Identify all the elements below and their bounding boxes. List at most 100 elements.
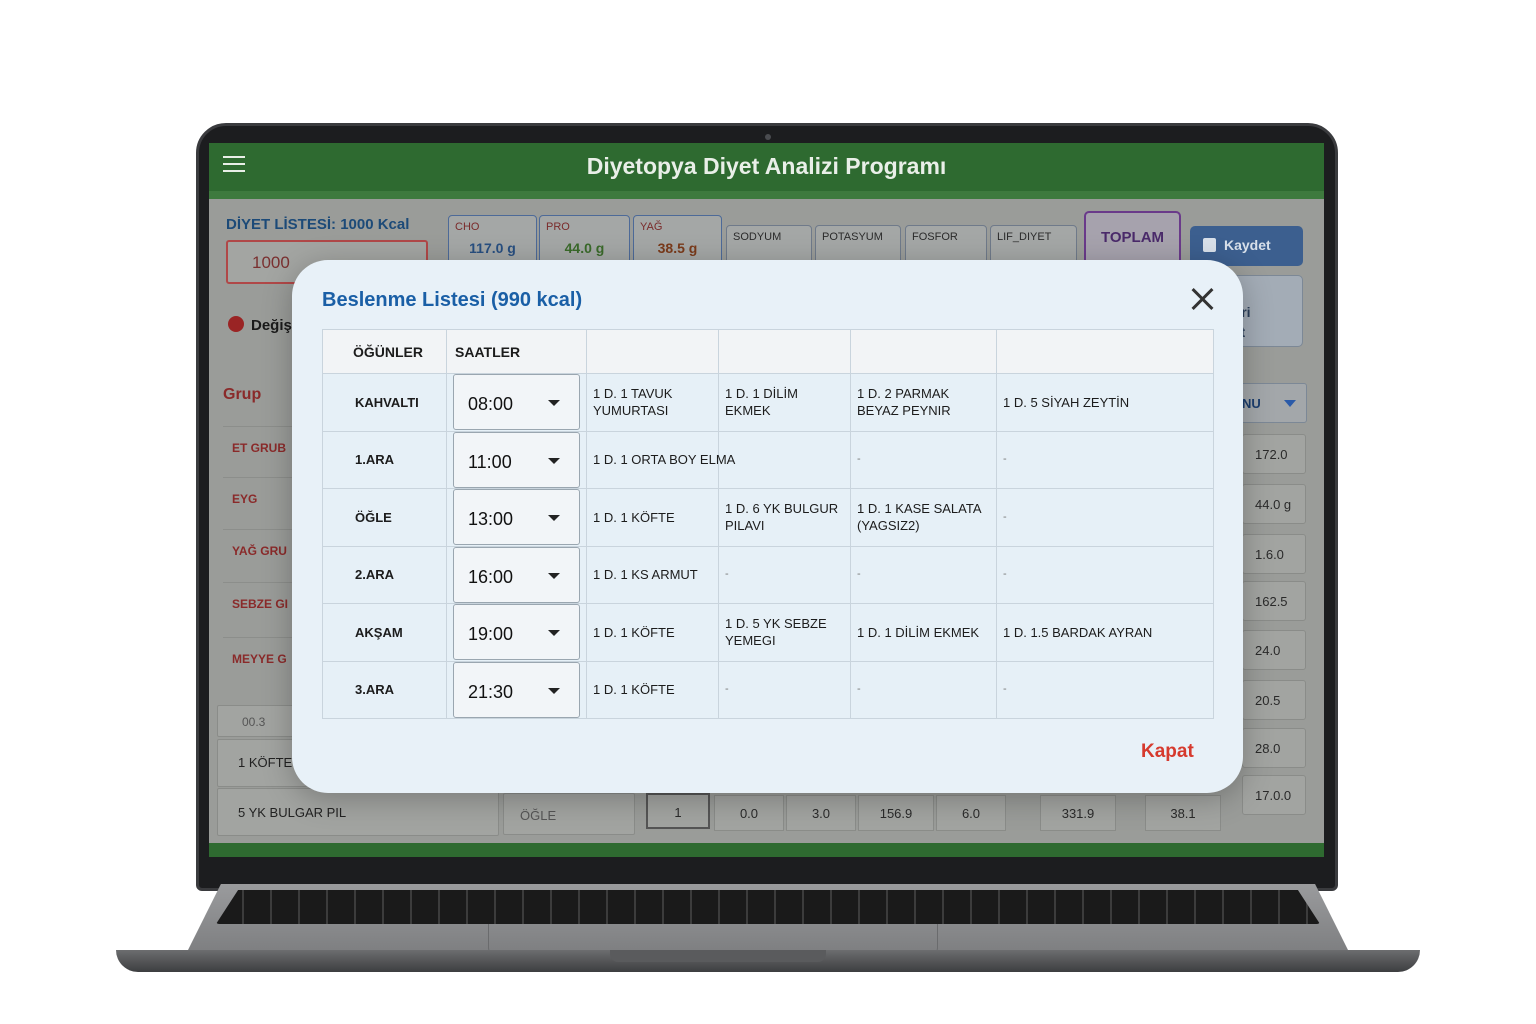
- value-cell: 0.0: [714, 795, 784, 831]
- meal-name: 2.ARA: [322, 545, 447, 604]
- meal-plan-dialog: Beslenme Listesi (990 kcal) ÖĞÜNLER SAAT…: [292, 260, 1243, 793]
- lif-diyet-card: LIF_DIYET: [990, 225, 1077, 265]
- time-select[interactable]: 11:00: [453, 431, 580, 488]
- food-cell: 1 D. 1 TAVUK YUMURTASI: [586, 373, 719, 432]
- potasyum-card: POTASYUM: [815, 225, 901, 265]
- right-value: 1.6.0: [1242, 534, 1306, 574]
- food-cell: [718, 430, 851, 489]
- right-value: 162.5: [1242, 581, 1306, 621]
- laptop-notch: [610, 950, 826, 962]
- cho-card: CHO 117.0 g: [448, 215, 537, 265]
- group-item[interactable]: ET GRUB: [223, 426, 293, 470]
- meal-name: 1.ARA: [322, 430, 447, 489]
- time-select[interactable]: 21:30: [453, 661, 580, 718]
- meal-select[interactable]: ÖĞLE: [503, 793, 635, 835]
- chevron-down-icon: [548, 572, 560, 579]
- quantity-input[interactable]: 1: [646, 793, 710, 829]
- time-select[interactable]: 16:00: [453, 546, 580, 603]
- table-row: 3.ARA 21:30 1 D. 1 KÖFTE - - -: [322, 660, 1214, 719]
- right-value: 44.0 g: [1242, 484, 1306, 524]
- food-cell: 1 D. 1 ORTA BOY ELMA: [586, 430, 735, 489]
- chevron-down-icon: [548, 400, 560, 407]
- laptop-base: [116, 884, 1420, 974]
- value-cell: 6.0: [936, 795, 1006, 831]
- meal-table: ÖĞÜNLER SAATLER KAHVALTI 08:00 1 D. 1 TA…: [322, 329, 1214, 719]
- sodyum-card: SODYUM: [726, 225, 812, 265]
- food-cell: 1 D. 1 KS ARMUT: [586, 545, 719, 604]
- menu-dropdown[interactable]: NU: [1239, 383, 1307, 423]
- food-cell: 1 D. 1.5 BARDAK AYRAN: [996, 603, 1214, 662]
- food-cell: 1 D. 2 PARMAK BEYAZ PEYNIR: [850, 373, 997, 432]
- meal-name: KAHVALTI: [322, 373, 447, 432]
- right-value: 17.0.0: [1242, 775, 1306, 815]
- group-item[interactable]: SEBZE GI: [223, 582, 293, 626]
- col-header-times: SAATLER: [446, 329, 587, 374]
- chevron-down-icon: [548, 630, 560, 637]
- yag-card: YAĞ 38.5 g: [633, 215, 722, 265]
- col-header-meals: ÖĞÜNLER: [322, 329, 447, 374]
- value-cell: 156.9: [858, 795, 934, 831]
- group-item[interactable]: MEYYE G: [223, 637, 293, 681]
- chevron-down-icon: [1284, 400, 1296, 407]
- food-select[interactable]: 5 YK BULGAR PIL: [217, 788, 499, 836]
- food-cell: 1 D. 5 YK SEBZE YEMEGI: [718, 603, 851, 662]
- food-cell: 1 D. 1 KÖFTE: [586, 488, 719, 547]
- right-value: 24.0: [1242, 630, 1306, 670]
- dialog-title: Beslenme Listesi (990 kcal): [322, 289, 583, 311]
- food-cell: -: [996, 488, 1214, 547]
- food-cell: 1 D. 5 SİYAH ZEYTİN: [996, 373, 1214, 432]
- app-title: Diyetopya Diyet Analizi Programı: [586, 153, 947, 179]
- food-cell: 1 D. 1 DİLİM EKMEK: [850, 603, 997, 662]
- camera-icon: [765, 134, 771, 140]
- change-radio[interactable]: [228, 316, 244, 332]
- col-header-empty: [718, 329, 851, 374]
- keyboard: [216, 890, 1320, 924]
- degis-label: Değiş: [251, 317, 292, 334]
- chevron-down-icon: [548, 457, 560, 464]
- food-cell: -: [718, 545, 851, 604]
- table-row: AKŞAM 19:00 1 D. 1 KÖFTE 1 D. 5 YK SEBZE…: [322, 603, 1214, 662]
- value-cell: 3.0: [786, 795, 856, 831]
- right-value: 28.0: [1242, 728, 1306, 768]
- food-cell: -: [996, 660, 1214, 719]
- food-cell: -: [996, 545, 1214, 604]
- food-cell: 1 D. 1 KASE SALATA (YAGSIZ2): [850, 488, 997, 547]
- food-cell: -: [718, 660, 851, 719]
- grup-label: Grup: [223, 386, 262, 403]
- food-cell: -: [850, 545, 997, 604]
- value-cell: 331.9: [1040, 795, 1116, 831]
- time-select[interactable]: 08:00: [453, 374, 580, 431]
- table-row: 1.ARA 11:00 1 D. 1 ORTA BOY ELMA - -: [322, 430, 1214, 489]
- app-footer-bar: [209, 843, 1324, 857]
- group-item[interactable]: EYG: [223, 477, 293, 521]
- food-cell: -: [850, 430, 997, 489]
- chevron-down-icon: [548, 687, 560, 694]
- col-header-empty: [996, 329, 1214, 374]
- toplam-button[interactable]: TOPLAM: [1084, 211, 1181, 265]
- time-select[interactable]: 19:00: [453, 604, 580, 661]
- chevron-down-icon: [548, 515, 560, 522]
- right-value: 172.0: [1242, 434, 1306, 474]
- food-cell: 1 D. 1 DİLİM EKMEK: [718, 373, 851, 432]
- food-cell: -: [996, 430, 1214, 489]
- pro-card: PRO 44.0 g: [539, 215, 630, 265]
- meal-name: ÖĞLE: [322, 488, 447, 547]
- save-icon: [1203, 238, 1216, 252]
- fosfor-card: FOSFOR: [905, 225, 987, 265]
- group-item[interactable]: YAĞ GRU: [223, 529, 293, 573]
- time-select[interactable]: 13:00: [453, 489, 580, 546]
- table-row: 2.ARA 16:00 1 D. 1 KS ARMUT - - -: [322, 545, 1214, 604]
- app-header: Diyetopya Diyet Analizi Programı: [209, 143, 1324, 191]
- food-cell: 1 D. 1 KÖFTE: [586, 660, 719, 719]
- header-stripe: [209, 191, 1324, 199]
- right-value: 20.5: [1242, 680, 1306, 720]
- close-button[interactable]: Kapat: [1141, 741, 1194, 763]
- meal-name: AKŞAM: [322, 603, 447, 662]
- food-cell: 1 D. 6 YK BULGUR PILAVI: [718, 488, 851, 547]
- food-cell: 1 D. 1 KÖFTE: [586, 603, 719, 662]
- table-row: KAHVALTI 08:00 1 D. 1 TAVUK YUMURTASI 1 …: [322, 373, 1214, 432]
- diet-list-label: DİYET LİSTESİ: 1000 Kcal: [226, 216, 410, 233]
- close-icon[interactable]: [1190, 286, 1216, 312]
- food-cell: -: [850, 660, 997, 719]
- table-row: ÖĞLE 13:00 1 D. 1 KÖFTE 1 D. 6 YK BULGUR…: [322, 488, 1214, 547]
